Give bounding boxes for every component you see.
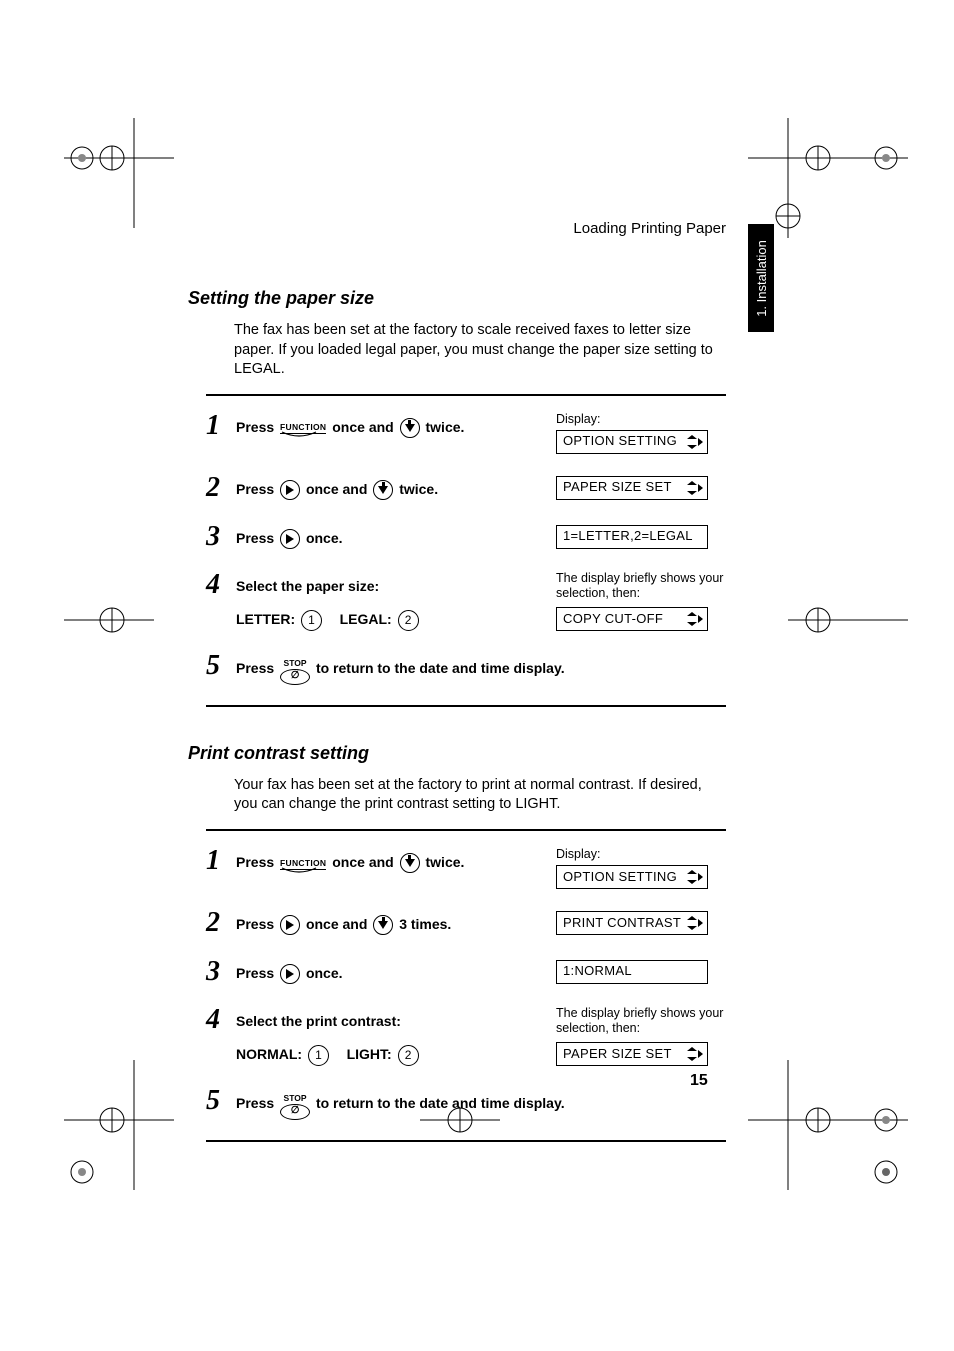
down-key-icon (373, 915, 393, 935)
step-number: 5 (206, 1087, 236, 1115)
nav-arrows-icon (687, 916, 703, 930)
lcd-display: 1:NORMAL (556, 960, 708, 984)
nav-arrows-icon (687, 612, 703, 626)
step-instruction: Press FUNCTION once and twice. (236, 847, 556, 876)
step-instruction: Press once. (236, 958, 556, 987)
down-key-icon (400, 418, 420, 438)
step-number: 2 (206, 909, 236, 937)
crop-mark-icon (64, 118, 174, 228)
function-key-icon: FUNCTION (280, 418, 326, 437)
display-note: The display briefly shows your selection… (556, 1006, 726, 1036)
keypad-1-icon: 1 (308, 1045, 329, 1066)
section-title: Print contrast setting (188, 743, 726, 764)
crop-mark-icon (64, 590, 154, 650)
step-instruction: Press once and 3 times. (236, 909, 556, 938)
right-key-icon (280, 915, 300, 935)
crop-mark-icon (748, 1060, 908, 1190)
down-key-icon (400, 853, 420, 873)
section-intro: Your fax has been set at the factory to … (234, 776, 726, 815)
step-number: 5 (206, 652, 236, 680)
step-row: 2 Press once and 3 times. PRINT CONTRAST (206, 899, 726, 948)
step-instruction: Press STOP ∅ to return to the date and t… (236, 652, 726, 684)
step-row: 1 Press FUNCTION once and twice. Display… (206, 402, 726, 464)
page-number: 15 (690, 1072, 708, 1090)
chapter-tab: 1. Installation (748, 224, 774, 332)
crop-mark-icon (788, 590, 908, 650)
step-row: 4 Select the print contrast: NORMAL: 1 L… (206, 996, 726, 1077)
step-row: 3 Press once. 1=LETTER,2=LEGAL (206, 513, 726, 562)
step-row: 5 Press STOP ∅ to return to the date and… (206, 642, 726, 694)
step-instruction: Press once and twice. (236, 474, 556, 503)
section-intro: The fax has been set at the factory to s… (234, 321, 726, 380)
lcd-display: COPY CUT-OFF (556, 607, 708, 631)
step-number: 4 (206, 1006, 236, 1034)
section-title: Setting the paper size (188, 288, 726, 309)
nav-arrows-icon (687, 1047, 703, 1061)
display-note: The display briefly shows your selection… (556, 571, 726, 601)
right-key-icon (280, 480, 300, 500)
lcd-display: PRINT CONTRAST (556, 911, 708, 935)
step-instruction: Press STOP ∅ to return to the date and t… (236, 1087, 726, 1119)
page-header: Loading Printing Paper (573, 220, 726, 237)
display-label: Display: (556, 847, 600, 861)
keypad-1-icon: 1 (301, 610, 322, 631)
step-number: 4 (206, 571, 236, 599)
lcd-display: OPTION SETTING (556, 865, 708, 889)
steps-box: 1 Press FUNCTION once and twice. Display… (206, 394, 726, 707)
lcd-display: OPTION SETTING (556, 430, 708, 454)
stop-key-icon: STOP ∅ (280, 1089, 310, 1119)
step-instruction: Press FUNCTION once and twice. (236, 412, 556, 441)
step-number: 2 (206, 474, 236, 502)
lcd-display: PAPER SIZE SET (556, 476, 708, 500)
step-row: 5 Press STOP ∅ to return to the date and… (206, 1077, 726, 1129)
down-key-icon (373, 480, 393, 500)
step-number: 1 (206, 847, 236, 875)
steps-box: 1 Press FUNCTION once and twice. Display… (206, 829, 726, 1142)
step-number: 1 (206, 412, 236, 440)
stop-key-icon: STOP ∅ (280, 654, 310, 684)
nav-arrows-icon (687, 435, 703, 449)
lcd-display: PAPER SIZE SET (556, 1042, 708, 1066)
keypad-2-icon: 2 (398, 610, 419, 631)
step-instruction: Select the print contrast: NORMAL: 1 LIG… (236, 1006, 556, 1067)
step-row: 3 Press once. 1:NORMAL (206, 948, 726, 997)
display-label: Display: (556, 412, 600, 426)
step-row: 2 Press once and twice. PAPER SIZE SET (206, 464, 726, 513)
lcd-display: 1=LETTER,2=LEGAL (556, 525, 708, 549)
step-row: 4 Select the paper size: LETTER: 1 LEGAL… (206, 561, 726, 642)
keypad-2-icon: 2 (398, 1045, 419, 1066)
step-number: 3 (206, 958, 236, 986)
right-key-icon (280, 529, 300, 549)
step-instruction: Press once. (236, 523, 556, 552)
right-key-icon (280, 964, 300, 984)
nav-arrows-icon (687, 481, 703, 495)
step-instruction: Select the paper size: LETTER: 1 LEGAL: … (236, 571, 556, 632)
function-key-icon: FUNCTION (280, 854, 326, 873)
crop-mark-icon (748, 118, 908, 238)
crop-mark-icon (64, 1060, 174, 1190)
step-number: 3 (206, 523, 236, 551)
nav-arrows-icon (687, 870, 703, 884)
step-row: 1 Press FUNCTION once and twice. Display… (206, 837, 726, 899)
